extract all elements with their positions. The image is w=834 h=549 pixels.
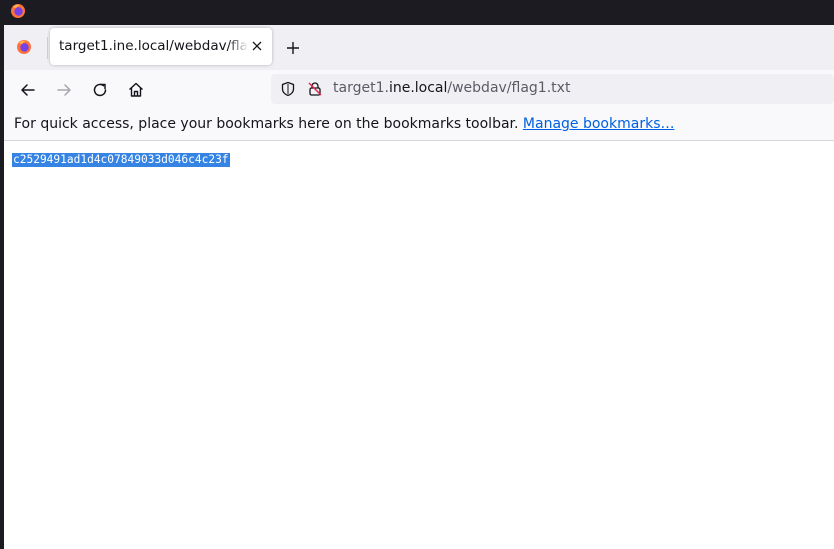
close-icon[interactable] (249, 38, 265, 54)
shield-icon[interactable] (280, 81, 296, 97)
page-content: c2529491ad1d4c07849033d046c4c23f (4, 141, 834, 549)
flag-text-selected[interactable]: c2529491ad1d4c07849033d046c4c23f (12, 153, 230, 167)
tab-active[interactable]: target1.ine.local/webdav/flag1.txt (50, 28, 272, 65)
tab-title-fade (228, 36, 248, 58)
firefox-view-icon (17, 40, 31, 54)
home-icon[interactable] (126, 80, 146, 100)
window-titlebar (0, 0, 834, 25)
plus-icon[interactable] (284, 39, 302, 57)
manage-bookmarks-link[interactable]: Manage bookmarks… (523, 116, 675, 132)
bookmarks-hint-text: For quick access, place your bookmarks h… (14, 116, 519, 132)
url-bar[interactable]: target1.ine.local/webdav/flag1.txt (271, 74, 834, 104)
tab-separator (47, 37, 48, 59)
url-text[interactable]: target1.ine.local/webdav/flag1.txt (333, 80, 570, 96)
tab-strip: target1.ine.local/webdav/flag1.txt (4, 25, 834, 70)
navigation-toolbar: target1.ine.local/webdav/flag1.txt (4, 70, 834, 109)
url-host: ine.local (388, 80, 448, 96)
firefox-view-button[interactable] (12, 35, 36, 59)
bookmarks-toolbar: For quick access, place your bookmarks h… (4, 109, 834, 141)
forward-arrow-icon[interactable] (54, 80, 74, 100)
tab-title: target1.ine.local/webdav/flag1.txt (59, 38, 247, 54)
back-arrow-icon[interactable] (18, 80, 38, 100)
url-prefix: target1. (333, 80, 389, 96)
lock-insecure-icon[interactable] (307, 81, 323, 97)
reload-icon[interactable] (90, 80, 110, 100)
bookmarks-message: For quick access, place your bookmarks h… (14, 116, 674, 132)
firefox-logo-icon (11, 4, 25, 18)
url-path: /webdav/flag1.txt (447, 80, 571, 96)
